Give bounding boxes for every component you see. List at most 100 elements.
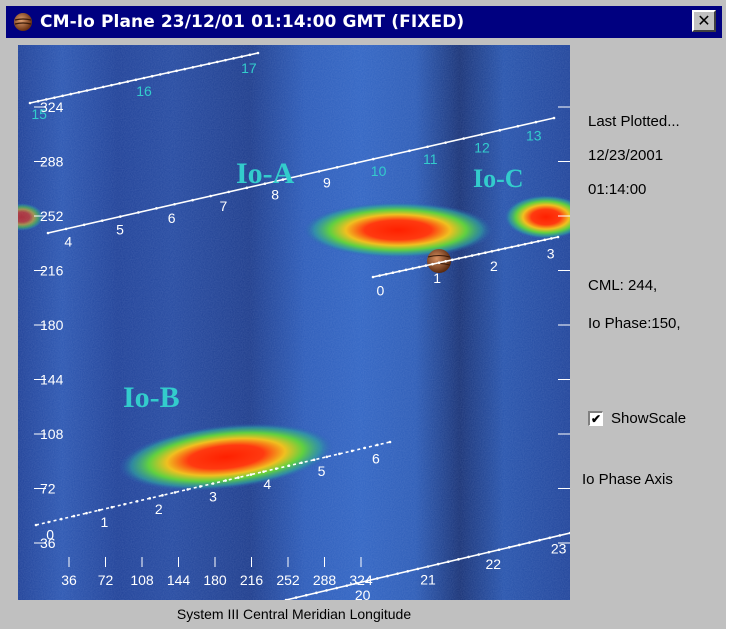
y-tick-label: 180	[40, 317, 64, 333]
phase-track-dot	[386, 574, 389, 578]
phase-track-dot	[224, 479, 227, 482]
phase-track-label: 6	[168, 210, 176, 226]
last-plotted-date: 12/23/2001	[588, 147, 664, 164]
show-scale-checkbox[interactable]: ✔ ShowScale	[588, 410, 686, 427]
phase-track-dot	[371, 157, 375, 161]
phase-track-label: 7	[220, 198, 228, 214]
plot-canvas[interactable]: 324288252216180144108723636 72 108 144 180 21…	[18, 45, 570, 600]
phase-track-dot	[558, 534, 562, 537]
phase-track-dot	[227, 190, 231, 194]
phase-track-label: 1	[101, 514, 109, 530]
checkbox-box[interactable]: ✔	[588, 411, 603, 426]
phase-track-label: 1	[433, 270, 441, 286]
window-title: CM-Io Plane 23/12/01 01:14:00 GMT (FIXED…	[40, 12, 465, 32]
cm-io-plot[interactable]: 324 288 252 216 180 144 108 72 36 36 72 108 144 180 21…	[18, 45, 570, 600]
phase-track-dot	[538, 538, 541, 542]
x-tick-label: 144	[167, 572, 191, 588]
phase-track-dot	[325, 455, 329, 459]
phase-track-dot	[350, 449, 354, 453]
phase-track-dot	[161, 494, 164, 497]
phase-track-dot	[431, 262, 434, 266]
phase-track-dot	[85, 89, 89, 92]
phase-track-label: 9	[323, 175, 331, 191]
phase-track-dot	[426, 565, 430, 568]
phase-track-dot	[470, 254, 474, 257]
jupiter-icon	[12, 11, 34, 33]
phase-track-dot	[34, 523, 38, 527]
phase-track-label: 16	[136, 83, 152, 99]
phase-track-dot	[142, 76, 146, 80]
close-button[interactable]: ✕	[692, 10, 716, 32]
phase-track-dot	[477, 553, 481, 556]
phase-track-dot	[224, 58, 227, 62]
phase-track-dot	[287, 464, 291, 468]
phase-track-dot	[426, 145, 429, 149]
y-tick-label: 216	[40, 263, 64, 279]
phase-track-dot	[173, 491, 177, 494]
title-bar[interactable]: CM-Io Plane 23/12/01 01:14:00 GMT (FIXED…	[6, 6, 722, 38]
io-phase-readout: Io Phase:150,	[588, 315, 681, 332]
phase-track-dot	[236, 476, 240, 479]
y-tick-label: 108	[40, 426, 64, 442]
phase-track-dot	[191, 198, 194, 202]
phase-track-dot	[317, 170, 321, 173]
x-tick-label: 252	[276, 572, 300, 588]
phase-track-dot	[312, 458, 316, 462]
phase-track-dot	[523, 242, 527, 246]
phase-track-dot	[77, 90, 81, 94]
phase-track-dot	[457, 257, 461, 260]
phase-track-dot	[462, 137, 465, 140]
phase-track-dot	[477, 252, 481, 256]
phase-track-dot	[408, 149, 411, 153]
phase-track-dot	[207, 62, 211, 66]
phase-track-dot	[262, 470, 265, 473]
phase-track-dot	[274, 467, 278, 470]
phase-track-dot	[335, 165, 339, 169]
phase-track-dot	[391, 271, 395, 275]
phase-track-dot	[487, 550, 491, 554]
phase-track-label: 11	[423, 151, 438, 167]
phase-track-dot	[155, 207, 158, 210]
phase-track-label: 13	[526, 128, 542, 144]
io-c-label: Io-C	[473, 164, 524, 193]
phase-track-dot	[388, 440, 392, 444]
x-tick-label: 72	[98, 572, 114, 588]
phase-track-dot	[417, 265, 421, 269]
phase-track-dot	[450, 258, 454, 262]
phase-track-label: 21	[420, 572, 436, 588]
phase-track-label: 4	[263, 476, 271, 492]
phase-track-dot	[28, 101, 32, 105]
main-window: CM-Io Plane 23/12/01 01:14:00 GMT (FIXED…	[0, 0, 728, 629]
phase-track-dot	[444, 259, 447, 263]
phase-track-dot	[126, 80, 130, 83]
phase-track-dot	[118, 215, 122, 218]
phase-track-dot	[299, 174, 303, 177]
phase-track-label: 22	[486, 556, 502, 572]
phase-track-dot	[199, 485, 202, 488]
phase-track-dot	[248, 53, 252, 57]
phase-track-label: 23	[551, 541, 567, 557]
phase-track-dot	[543, 238, 547, 242]
phase-track-dot	[240, 55, 244, 58]
phase-track-dot	[517, 244, 520, 247]
y-tick-label: 72	[40, 481, 56, 497]
phase-track-label: 3	[209, 489, 217, 505]
phase-track-dot	[150, 74, 154, 78]
io-phase-axis-label: Io Phase Axis	[582, 471, 673, 488]
phase-track-dot	[304, 593, 308, 597]
phase-track-dot	[548, 536, 552, 540]
phase-track-dot	[123, 502, 126, 506]
phase-track-dot	[534, 120, 538, 124]
phase-track-dot	[497, 248, 500, 252]
phase-track-dot	[211, 482, 215, 485]
phase-track-dot	[497, 548, 501, 552]
phase-track-dot	[69, 92, 73, 96]
phase-track-dot	[183, 67, 187, 71]
phase-track-dot	[134, 78, 138, 82]
phase-track-dot	[61, 94, 64, 98]
phase-track-dot	[175, 69, 178, 73]
phase-track-label: 10	[371, 163, 387, 179]
phase-track-dot	[93, 87, 97, 91]
phase-track-label: 3	[547, 246, 555, 262]
phase-track-dot	[490, 249, 494, 253]
